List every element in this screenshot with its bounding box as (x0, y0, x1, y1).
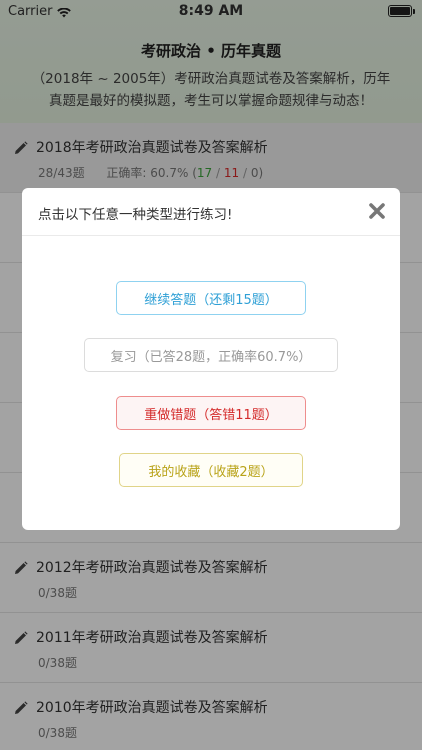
continue-button[interactable]: 继续答题（还剩15题） (116, 281, 306, 315)
practice-type-dialog: 点击以下任意一种类型进行练习! 继续答题（还剩15题） 复习（已答28题，正确率… (22, 188, 400, 530)
dialog-title: 点击以下任意一种类型进行练习! (38, 207, 233, 223)
dialog-header: 点击以下任意一种类型进行练习! (22, 188, 400, 236)
review-button[interactable]: 复习（已答28题，正确率60.7%） (84, 338, 338, 372)
favorites-button[interactable]: 我的收藏（收藏2题） (119, 453, 303, 487)
close-icon[interactable] (368, 202, 386, 220)
redo-wrong-button[interactable]: 重做错题（答错11题） (116, 396, 306, 430)
